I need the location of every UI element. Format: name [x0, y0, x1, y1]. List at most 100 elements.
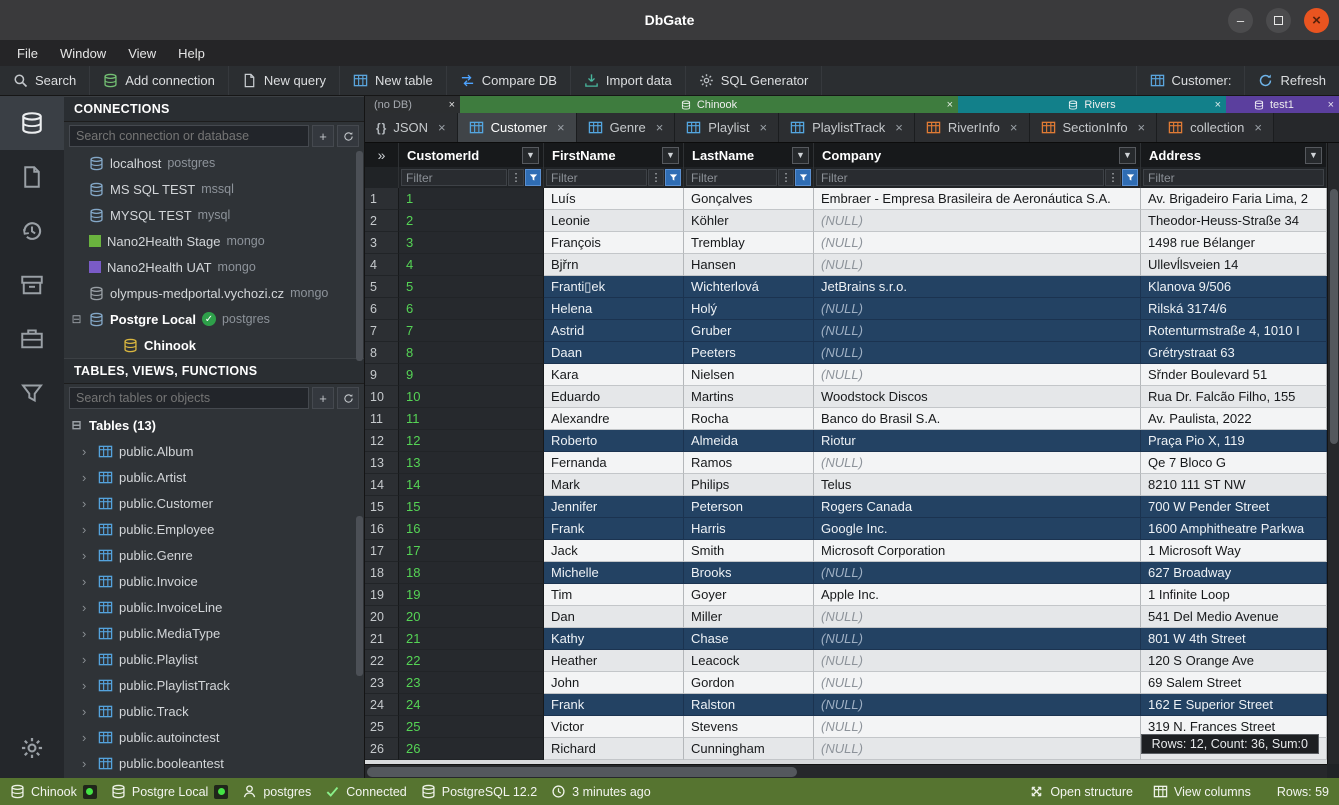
- table-item[interactable]: › public.Employee: [64, 516, 364, 542]
- rail-connections-button[interactable]: [0, 96, 64, 150]
- cell-company[interactable]: (NULL): [814, 254, 1141, 276]
- cell-address[interactable]: 8210 111 ST NW: [1141, 474, 1327, 496]
- menu-item[interactable]: Help: [167, 43, 216, 64]
- cell-customerid[interactable]: 22: [399, 650, 544, 672]
- cell-firstname[interactable]: Daan: [544, 342, 684, 364]
- cell-company[interactable]: Embraer - Empresa Brasileira de Aeronáut…: [814, 188, 1141, 210]
- tab-group[interactable]: Rivers ×: [958, 96, 1226, 113]
- cell-address[interactable]: 801 W 4th Street: [1141, 628, 1327, 650]
- chevron-right-icon[interactable]: ›: [82, 756, 92, 771]
- cell-company[interactable]: Riotur: [814, 430, 1141, 452]
- close-tab-icon[interactable]: ×: [438, 120, 446, 135]
- column-header[interactable]: Company ▼: [814, 143, 1141, 167]
- cell-address[interactable]: Ullevĺlsveien 14: [1141, 254, 1327, 276]
- cell-lastname[interactable]: Ralston: [684, 694, 814, 716]
- table-row[interactable]: 9 9 Kara Nielsen (NULL) Sřnder Boulevard…: [365, 364, 1327, 386]
- cell-address[interactable]: Rotenturmstraße 4, 1010 I: [1141, 320, 1327, 342]
- filter-input[interactable]: [816, 169, 1104, 186]
- table-row[interactable]: 8 8 Daan Peeters (NULL) Grétrystraat 63: [365, 342, 1327, 364]
- tab[interactable]: { } PlaylistTrack ×: [779, 113, 915, 142]
- cell-customerid[interactable]: 26: [399, 738, 544, 760]
- table-item[interactable]: › public.Track: [64, 698, 364, 724]
- cell-company[interactable]: Google Inc.: [814, 518, 1141, 540]
- statusbar-item[interactable]: Postgre Local: [111, 784, 228, 799]
- menu-item[interactable]: File: [6, 43, 49, 64]
- cell-customerid[interactable]: 9: [399, 364, 544, 386]
- connection-item[interactable]: MYSQL TEST mysql: [64, 202, 364, 228]
- close-tab-icon[interactable]: ×: [759, 120, 767, 135]
- close-tab-icon[interactable]: ×: [656, 120, 664, 135]
- cell-customerid[interactable]: 4: [399, 254, 544, 276]
- cell-company[interactable]: Banco do Brasil S.A.: [814, 408, 1141, 430]
- cell-address[interactable]: Theodor-Heuss-Straße 34: [1141, 210, 1327, 232]
- cell-company[interactable]: (NULL): [814, 562, 1141, 584]
- table-item[interactable]: › public.Album: [64, 438, 364, 464]
- cell-lastname[interactable]: Holý: [684, 298, 814, 320]
- cell-firstname[interactable]: Dan: [544, 606, 684, 628]
- toolbar-right-button[interactable]: Refresh: [1244, 66, 1339, 95]
- table-item[interactable]: › public.autoinctest: [64, 724, 364, 750]
- cell-customerid[interactable]: 18: [399, 562, 544, 584]
- cell-firstname[interactable]: Frank: [544, 694, 684, 716]
- cell-company[interactable]: Woodstock Discos: [814, 386, 1141, 408]
- table-row[interactable]: 20 20 Dan Miller (NULL) 541 Del Medio Av…: [365, 606, 1327, 628]
- tab[interactable]: { } SectionInfo ×: [1030, 113, 1158, 142]
- toolbar-button[interactable]: New table: [340, 66, 447, 95]
- table-row[interactable]: 18 18 Michelle Brooks (NULL) 627 Broadwa…: [365, 562, 1327, 584]
- close-tab-icon[interactable]: ×: [1010, 120, 1018, 135]
- cell-address[interactable]: Rua Dr. Falcão Filho, 155: [1141, 386, 1327, 408]
- horizontal-scrollbar-thumb[interactable]: [367, 767, 797, 777]
- table-row[interactable]: 22 22 Heather Leacock (NULL) 120 S Orang…: [365, 650, 1327, 672]
- chevron-right-icon[interactable]: ›: [82, 678, 92, 693]
- cell-customerid[interactable]: 1: [399, 188, 544, 210]
- cell-customerid[interactable]: 13: [399, 452, 544, 474]
- rail-apps-button[interactable]: [0, 312, 64, 366]
- cell-lastname[interactable]: Harris: [684, 518, 814, 540]
- table-item[interactable]: › public.InvoiceLine: [64, 594, 364, 620]
- cell-customerid[interactable]: 25: [399, 716, 544, 738]
- cell-customerid[interactable]: 11: [399, 408, 544, 430]
- table-row[interactable]: 3 3 François Tremblay (NULL) 1498 rue Bé…: [365, 232, 1327, 254]
- cell-lastname[interactable]: Gordon: [684, 672, 814, 694]
- close-tab-icon[interactable]: ×: [895, 120, 903, 135]
- column-header[interactable]: Address ▼: [1141, 143, 1327, 167]
- table-row[interactable]: 17 17 Jack Smith Microsoft Corporation 1…: [365, 540, 1327, 562]
- connection-item[interactable]: Chinook: [64, 332, 364, 358]
- chevron-right-icon[interactable]: ›: [82, 444, 92, 459]
- cell-company[interactable]: (NULL): [814, 232, 1141, 254]
- chevron-right-icon[interactable]: ›: [82, 496, 92, 511]
- cell-firstname[interactable]: Alexandre: [544, 408, 684, 430]
- close-button[interactable]: ×: [1304, 8, 1329, 33]
- table-row[interactable]: 13 13 Fernanda Ramos (NULL) Qe 7 Bloco G: [365, 452, 1327, 474]
- cell-customerid[interactable]: 19: [399, 584, 544, 606]
- cell-lastname[interactable]: Stevens: [684, 716, 814, 738]
- column-header[interactable]: CustomerId ▼: [399, 143, 544, 167]
- cell-firstname[interactable]: Frank: [544, 518, 684, 540]
- table-row[interactable]: 2 2 Leonie Köhler (NULL) Theodor-Heuss-S…: [365, 210, 1327, 232]
- table-item[interactable]: › public.Artist: [64, 464, 364, 490]
- chevron-right-icon[interactable]: ›: [82, 522, 92, 537]
- tables-search-input[interactable]: [69, 387, 309, 409]
- cell-address[interactable]: Grétrystraat 63: [1141, 342, 1327, 364]
- add-table-small-button[interactable]: +: [312, 387, 334, 409]
- chevron-right-icon[interactable]: ›: [82, 626, 92, 641]
- cell-lastname[interactable]: Philips: [684, 474, 814, 496]
- cell-firstname[interactable]: Helena: [544, 298, 684, 320]
- cell-company[interactable]: (NULL): [814, 364, 1141, 386]
- cell-address[interactable]: 120 S Orange Ave: [1141, 650, 1327, 672]
- connection-item[interactable]: Nano2Health UAT mongo: [64, 254, 364, 280]
- toolbar-button[interactable]: Search: [0, 66, 90, 95]
- tab-group[interactable]: Chinook ×: [460, 96, 958, 113]
- cell-customerid[interactable]: 5: [399, 276, 544, 298]
- cell-address[interactable]: Klanova 9/506: [1141, 276, 1327, 298]
- menu-item[interactable]: Window: [49, 43, 117, 64]
- tab-group[interactable]: test1 ×: [1226, 96, 1339, 113]
- cell-company[interactable]: (NULL): [814, 298, 1141, 320]
- connection-item[interactable]: MS SQL TEST mssql: [64, 176, 364, 202]
- table-row[interactable]: 7 7 Astrid Gruber (NULL) Rotenturmstraße…: [365, 320, 1327, 342]
- cell-address[interactable]: Av. Paulista, 2022: [1141, 408, 1327, 430]
- tables-group-row[interactable]: ⊟ Tables (13): [64, 412, 364, 438]
- table-item[interactable]: › public.PlaylistTrack: [64, 672, 364, 698]
- cell-firstname[interactable]: Luís: [544, 188, 684, 210]
- rail-archive-button[interactable]: [0, 258, 64, 312]
